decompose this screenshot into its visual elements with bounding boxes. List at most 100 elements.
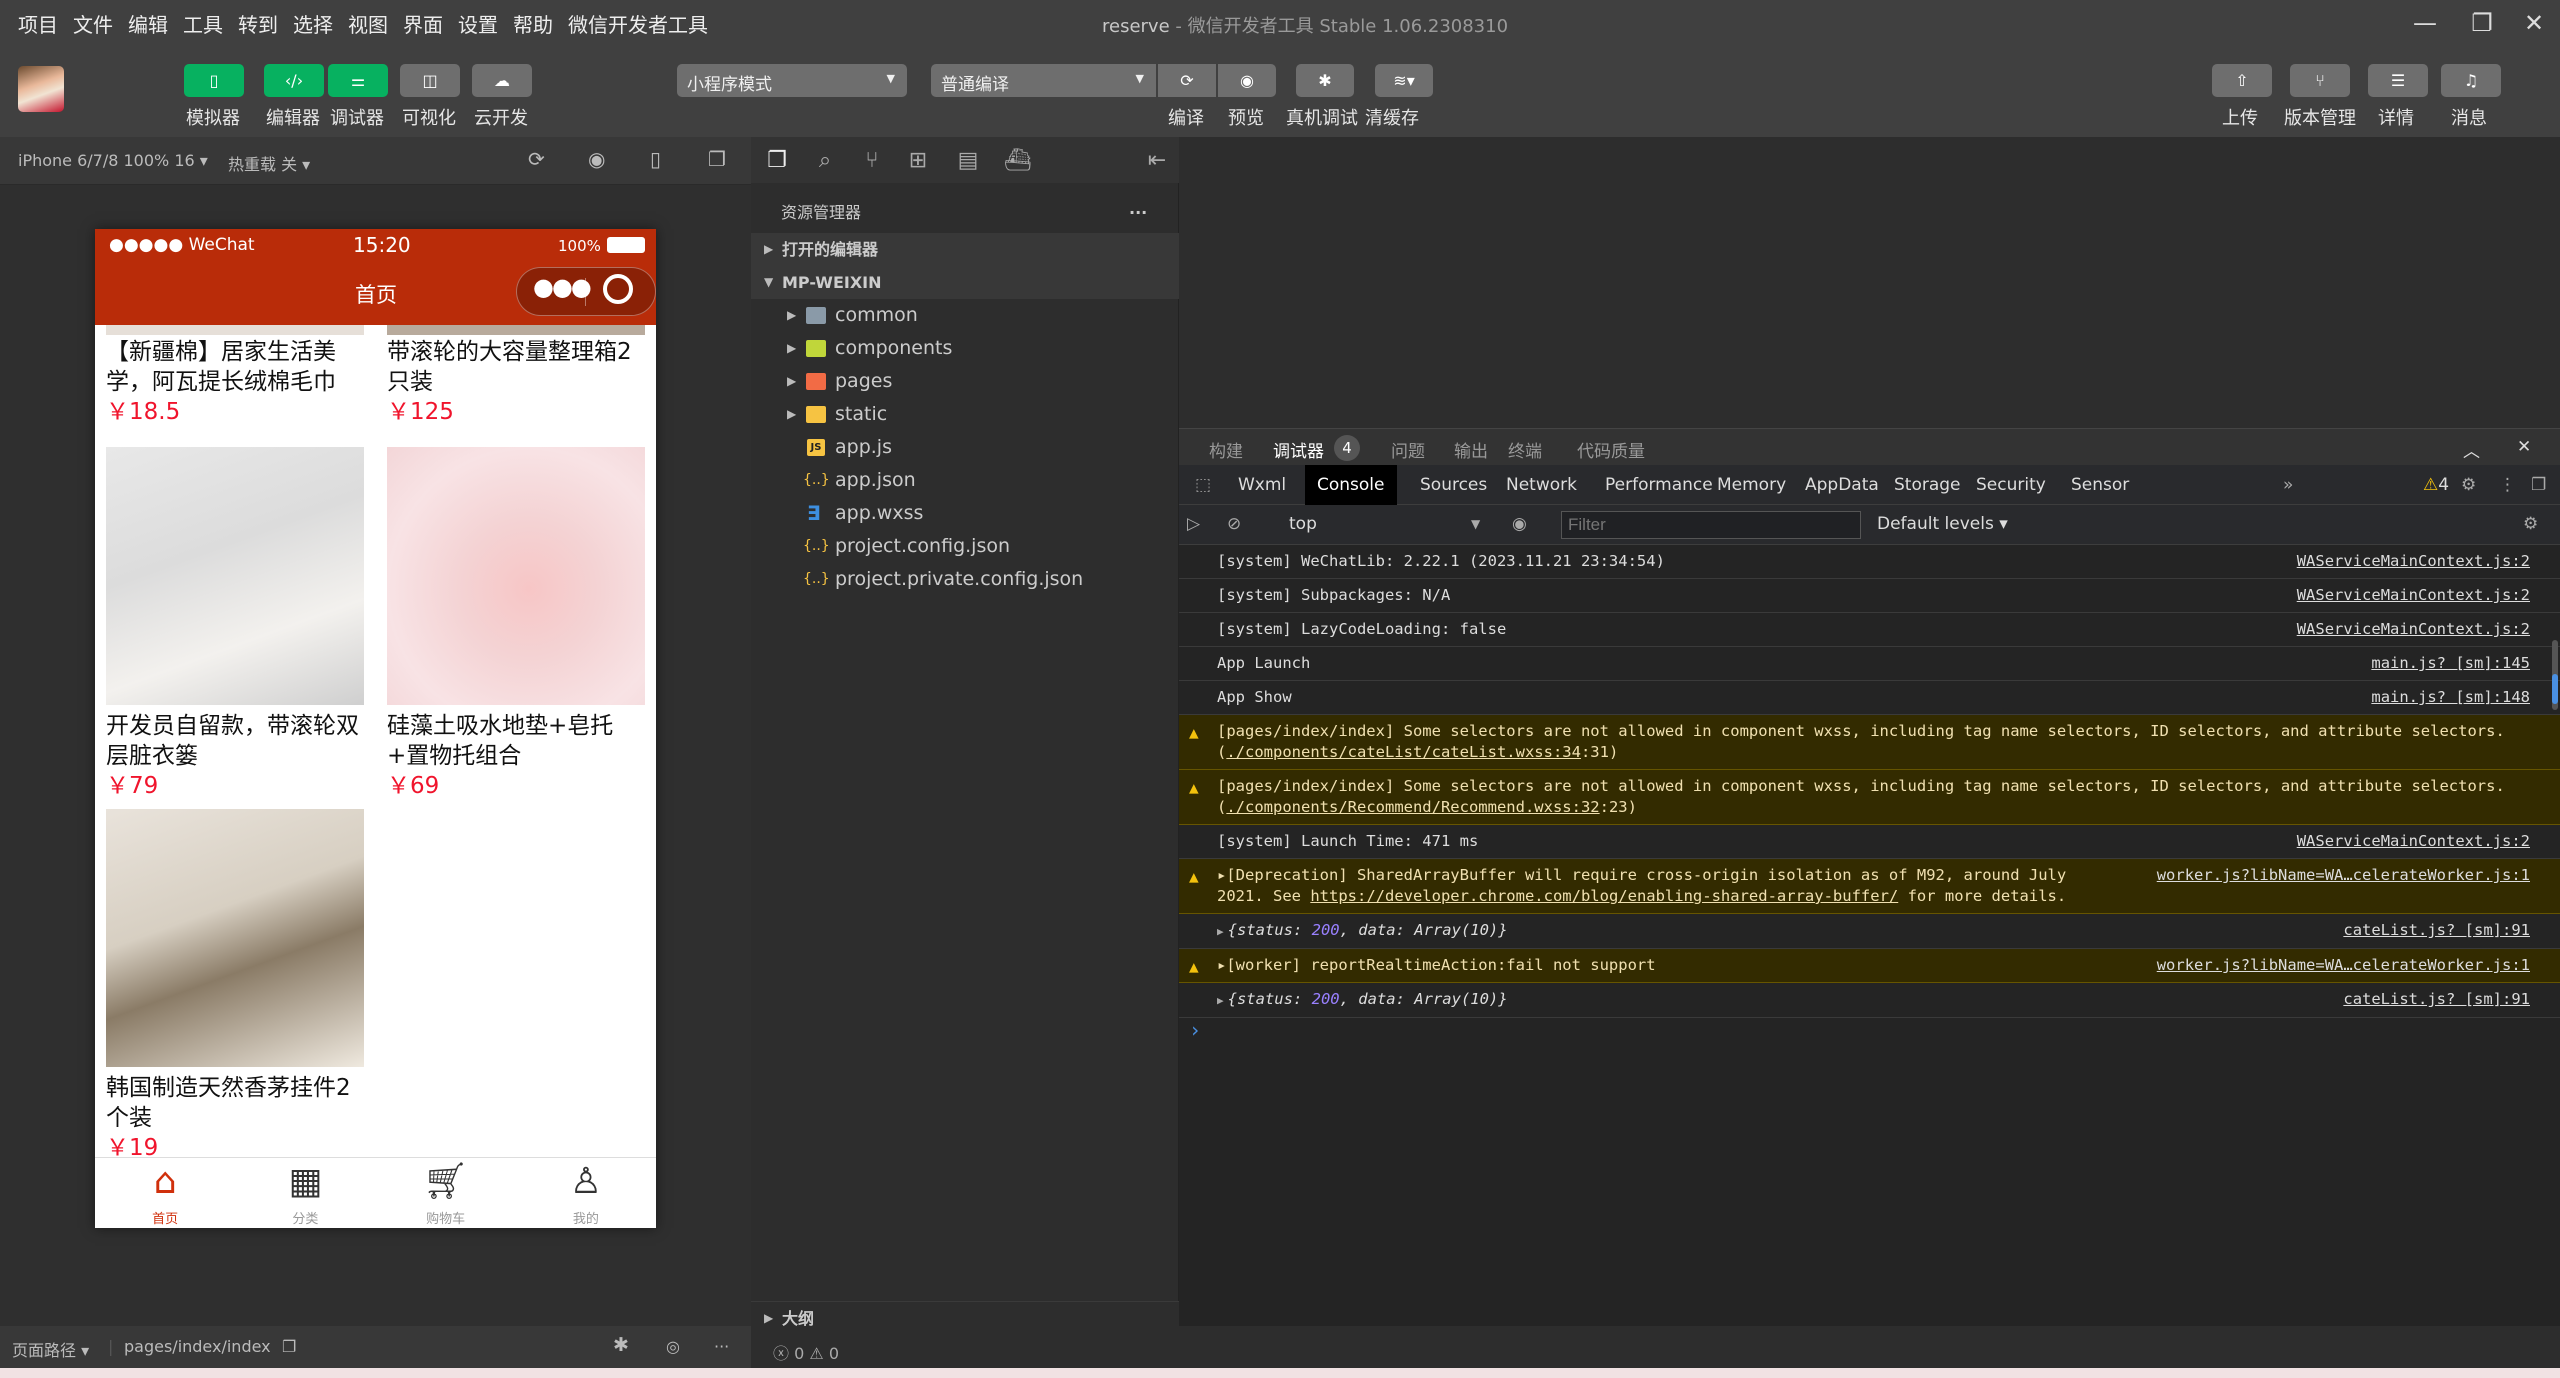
log-link[interactable]: ./components/Recommend/Recommend.wxss:32 bbox=[1226, 798, 1599, 816]
detach-window-icon[interactable]: ❐ bbox=[708, 147, 726, 171]
layout-icon[interactable]: ▤ bbox=[954, 147, 982, 175]
tree-item[interactable]: {..} project.config.json bbox=[751, 530, 1179, 563]
files-icon[interactable]: ❐ bbox=[763, 147, 791, 175]
device-frame-icon[interactable]: ▯ bbox=[650, 147, 661, 171]
menu-item[interactable]: 转到 bbox=[238, 9, 278, 38]
filter-input[interactable] bbox=[1561, 511, 1861, 539]
product-image[interactable] bbox=[106, 809, 364, 1067]
tree-item[interactable]: ∃ app.wxss bbox=[751, 497, 1179, 530]
extensions-icon[interactable]: ⊞ bbox=[904, 147, 932, 175]
device-select[interactable]: iPhone 6/7/8 100% 16 ▾ bbox=[18, 151, 208, 170]
collapse-icon[interactable]: ︿ bbox=[2463, 437, 2480, 462]
log-source-link[interactable]: worker.js?libName=WA…celerateWorker.js:1 bbox=[2157, 865, 2530, 886]
console-scrollbar[interactable] bbox=[2552, 640, 2558, 710]
menu-item[interactable]: 选择 bbox=[293, 9, 333, 38]
log-link[interactable]: ./components/cateList/cateList.wxss:34 bbox=[1226, 743, 1581, 761]
log-source-link[interactable]: cateList.js? [sm]:91 bbox=[2343, 920, 2530, 941]
toolbar-action-right-3[interactable]: ♫ bbox=[2441, 64, 2501, 97]
toolbar-button-2[interactable]: ⚌ bbox=[328, 64, 388, 97]
menu-item[interactable]: 界面 bbox=[403, 9, 443, 38]
restore-button[interactable]: ❐ bbox=[2462, 6, 2502, 40]
panel-tab-sources[interactable]: Sources bbox=[1408, 465, 1499, 505]
menu-item[interactable]: 文件 bbox=[73, 9, 113, 38]
menu-item[interactable]: 编辑 bbox=[128, 9, 168, 38]
search-icon[interactable]: ⌕ bbox=[811, 147, 839, 175]
log-levels-select[interactable]: Default levels ▾ bbox=[1877, 514, 2008, 534]
open-editors-section[interactable]: ▶ 打开的编辑器 bbox=[751, 233, 1179, 266]
product-card[interactable]: 带滚轮的大容量整理箱2只装 ￥125 bbox=[387, 335, 645, 427]
log-source-link[interactable]: cateList.js? [sm]:91 bbox=[2343, 989, 2530, 1010]
close-window-button[interactable]: ✕ bbox=[2514, 6, 2554, 40]
log-source-link[interactable]: main.js? [sm]:148 bbox=[2371, 687, 2530, 708]
debug-tab[interactable]: 构建 bbox=[1209, 437, 1243, 462]
tab-2[interactable]: 🛒︎ 购物车 bbox=[376, 1158, 516, 1228]
console-prompt[interactable]: › bbox=[1179, 1018, 2560, 1048]
tree-item[interactable]: ▶ components bbox=[751, 332, 1179, 365]
menu-item[interactable]: 视图 bbox=[348, 9, 388, 38]
console-settings-icon[interactable]: ⚙ bbox=[2523, 514, 2538, 534]
problems-summary[interactable]: ⓧ 0 ⚠ 0 bbox=[773, 1340, 839, 1364]
source-control-icon[interactable]: ⑂ bbox=[858, 147, 886, 175]
menu-item[interactable]: 微信开发者工具 bbox=[568, 9, 708, 38]
hot-reload-toggle[interactable]: 热重载 关 ▾ bbox=[228, 151, 310, 175]
outline-header[interactable]: ▶ 大纲 bbox=[751, 1302, 1179, 1335]
log-source-link[interactable]: WAServiceMainContext.js:2 bbox=[2297, 831, 2530, 852]
tree-item[interactable]: {..} app.json bbox=[751, 464, 1179, 497]
stop-icon[interactable]: ◉ bbox=[588, 147, 605, 171]
toolbar-action-right-2[interactable]: ☰ bbox=[2368, 64, 2428, 97]
product-card[interactable]: 韩国制造天然香茅挂件2个装 ￥19 bbox=[106, 809, 364, 1163]
panel-tab-network[interactable]: Network bbox=[1494, 465, 1589, 505]
close-icon[interactable]: ✕ bbox=[2517, 437, 2531, 457]
menu-item[interactable]: 工具 bbox=[183, 9, 223, 38]
tree-item[interactable]: ▶ common bbox=[751, 299, 1179, 332]
docker-icon[interactable]: ⛴ bbox=[1004, 147, 1032, 175]
product-image[interactable] bbox=[387, 447, 645, 705]
log-source-link[interactable]: WAServiceMainContext.js:2 bbox=[2297, 551, 2530, 572]
more-actions-icon[interactable]: ··· bbox=[1129, 193, 1147, 233]
compile-select[interactable]: 普通编译 ▼ bbox=[931, 64, 1156, 97]
tree-item[interactable]: JS app.js bbox=[751, 431, 1179, 464]
product-image-1[interactable] bbox=[106, 325, 364, 335]
log-source-link[interactable]: worker.js?libName=WA…celerateWorker.js:1 bbox=[2157, 955, 2530, 976]
log-source-link[interactable]: WAServiceMainContext.js:2 bbox=[2297, 619, 2530, 640]
toolbar-action-0[interactable]: ⟳ bbox=[1158, 64, 1216, 97]
settings-icon[interactable]: ⚙ bbox=[2449, 465, 2488, 505]
tab-3[interactable]: ♙ 我的 bbox=[516, 1158, 656, 1228]
tab-0[interactable]: ⌂ 首页 bbox=[95, 1158, 235, 1228]
mode-select[interactable]: 小程序模式 ▼ bbox=[677, 64, 907, 97]
expand-icon[interactable]: ▶ bbox=[1217, 994, 1224, 1007]
sidebar-toggle-icon[interactable]: ▷ bbox=[1187, 514, 1200, 534]
log-link[interactable]: https://developer.chrome.com/blog/enabli… bbox=[1310, 887, 1898, 905]
live-expression-icon[interactable]: ◉ bbox=[1512, 514, 1527, 534]
toolbar-button-1[interactable]: ‹/› bbox=[264, 64, 324, 97]
toolbar-action-2[interactable]: ✱ bbox=[1296, 64, 1354, 97]
panel-tab-wxml[interactable]: Wxml bbox=[1226, 465, 1298, 505]
menu-item[interactable]: 项目 bbox=[18, 9, 58, 38]
rotate-icon[interactable]: ⟳ bbox=[528, 147, 545, 171]
product-image[interactable] bbox=[106, 447, 364, 705]
collapse-panel-icon[interactable]: ⇤ bbox=[1143, 147, 1171, 175]
dock-icon[interactable]: ❐ bbox=[2519, 465, 2558, 505]
log-source-link[interactable]: WAServiceMainContext.js:2 bbox=[2297, 585, 2530, 606]
toolbar-button-3[interactable]: ◫ bbox=[400, 64, 460, 97]
tree-item[interactable]: ▶ pages bbox=[751, 365, 1179, 398]
eye-icon[interactable]: ◎ bbox=[666, 1337, 680, 1356]
toolbar-button-0[interactable]: ▯ bbox=[184, 64, 244, 97]
user-avatar[interactable] bbox=[18, 66, 64, 112]
product-card[interactable]: 硅藻土吸水地垫+皂托+置物托组合 ￥69 bbox=[387, 447, 645, 801]
panel-tab-memory[interactable]: Memory bbox=[1705, 465, 1798, 505]
more-icon[interactable]: ●●● bbox=[533, 273, 592, 301]
tree-item[interactable]: ▶ static bbox=[751, 398, 1179, 431]
toolbar-action-right-0[interactable]: ⇧ bbox=[2212, 64, 2272, 97]
product-card[interactable]: 【新疆棉】居家生活美学，阿瓦提长绒棉毛巾 ￥18.5 bbox=[106, 335, 364, 427]
inspect-element-icon[interactable]: ⬚ bbox=[1183, 465, 1223, 505]
panel-tab-appdata[interactable]: AppData bbox=[1793, 465, 1891, 505]
more-tabs-icon[interactable]: » bbox=[2271, 465, 2305, 505]
menu-item[interactable]: 帮助 bbox=[513, 9, 553, 38]
debug-tab[interactable]: 问题 bbox=[1391, 437, 1425, 462]
close-miniprogram-icon[interactable] bbox=[603, 274, 633, 304]
log-source-link[interactable]: main.js? [sm]:145 bbox=[2371, 653, 2530, 674]
context-select[interactable]: top bbox=[1289, 514, 1317, 534]
toolbar-button-4[interactable]: ☁ bbox=[472, 64, 532, 97]
panel-tab-sensor[interactable]: Sensor bbox=[2059, 465, 2141, 505]
